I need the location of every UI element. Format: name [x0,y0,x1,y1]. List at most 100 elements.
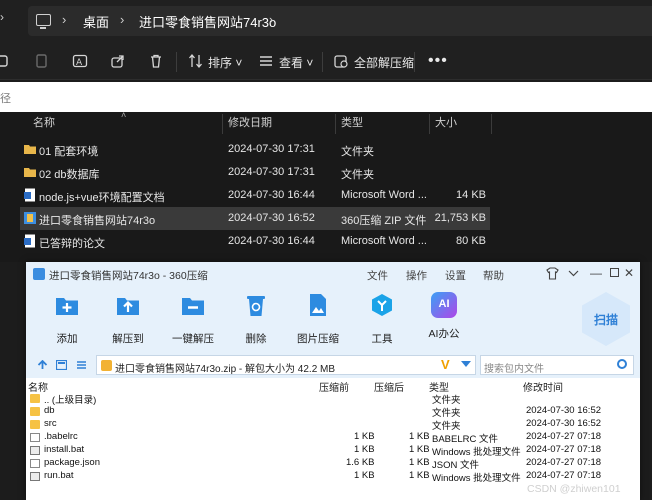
batch-file-icon [30,472,40,481]
search-icon[interactable] [617,359,627,369]
entry-size-after: 1 KB [409,444,430,455]
list-item[interactable]: 已答辩的论文 2024-07-30 16:44 Microsoft Word .… [20,230,490,253]
file-icon [30,459,40,468]
list-item-selected[interactable]: 进口零食销售网站74r3o 2024-07-30 16:52 360压缩 ZIP… [20,207,490,230]
rename-icon[interactable]: A [72,53,88,69]
tools-button[interactable]: 工具 [352,292,412,346]
delete-label: 删除 [245,333,267,345]
detail-view-icon[interactable] [56,360,67,370]
file-date: 2024-07-30 16:44 [228,189,315,201]
add-label: 添加 [56,333,78,345]
archive-title-bar[interactable]: 进口零食销售网站74r3o - 360压缩 文件 操作 设置 帮助 — ✕ [26,262,640,286]
extract-to-button[interactable]: 解压到 [98,292,158,346]
column-date[interactable]: 修改日期 [228,114,272,136]
file-date: 2024-07-30 17:31 [228,166,315,178]
sort-indicator-icon: ˄ [121,110,127,120]
this-pc-icon[interactable] [36,14,51,29]
archive-path-text: 进口零食销售网站74r3o.zip - 解包大小为 42.2 MB [115,364,336,375]
list-item[interactable]: 01 配套环境 2024-07-30 17:31 文件夹 [20,138,490,161]
entry-type: BABELRC 文件 [432,434,498,445]
table-row[interactable]: package.json 1.6 KB 1 KB JSON 文件 2024-07… [26,457,640,471]
file-date: 2024-07-30 16:52 [228,212,315,224]
menu-icon[interactable] [567,267,580,280]
breadcrumb-desktop[interactable]: 桌面 [83,12,109,31]
column-size[interactable]: 大小 [435,114,457,136]
list-view-icon[interactable] [76,360,87,370]
app-logo-icon [33,268,45,280]
table-row[interactable]: db 文件夹 2024-07-30 16:52 [26,405,640,419]
column-name[interactable]: 名称 [33,114,55,136]
table-row[interactable]: run.bat 1 KB 1 KB Windows 批处理文件 2024-07-… [26,470,640,484]
minimize-icon[interactable]: — [590,266,602,280]
column-divider[interactable] [491,114,492,134]
list-item[interactable]: 02 db数据库 2024-07-30 17:31 文件夹 [20,161,490,184]
up-arrow-icon[interactable] [37,360,48,370]
search-strip[interactable]: 径 [0,82,652,112]
column-divider[interactable] [335,114,336,134]
sort-icon[interactable] [188,53,204,69]
skin-icon[interactable] [546,267,559,280]
extract-all-icon[interactable] [333,53,349,69]
column-divider[interactable] [429,114,430,134]
address-bar: › › 桌面 › 进口零食销售网站74r3o › [0,0,652,42]
image-compress-button[interactable]: 图片压缩 [288,292,348,346]
file-list: 名称 ˄ 修改日期 类型 大小 01 配套环境 2024-07-30 17:31… [0,110,652,262]
nav-chevron-icon[interactable]: › [0,10,4,24]
command-toolbar: A 排序 ˅ 查看 ˅ 全部解压缩 ••• [0,42,652,80]
ai-office-button[interactable]: AI AI办公 [414,292,474,341]
entry-type: Windows 批处理文件 [432,447,521,458]
image-compress-label: 图片压缩 [297,333,339,345]
menu-settings[interactable]: 设置 [445,268,466,283]
entry-name: install.bat [44,444,85,455]
entry-type: Windows 批处理文件 [432,473,521,484]
table-row[interactable]: src 文件夹 2024-07-30 16:52 [26,418,640,432]
extract-all-button[interactable]: 全部解压缩 [354,54,414,71]
screen: › › 桌面 › 进口零食销售网站74r3o › A 排序 ˅ 查看 ˅ 全部解… [0,0,652,500]
list-item[interactable]: node.js+vue环境配置文档 2024-07-30 16:44 Micro… [20,184,490,207]
archive-search-input[interactable]: 搜索包内文件 [480,355,634,375]
table-row[interactable]: install.bat 1 KB 1 KB Windows 批处理文件 2024… [26,444,640,458]
breadcrumb[interactable]: › 桌面 › 进口零食销售网站74r3o › [28,6,652,36]
chevron-right-icon[interactable]: › [62,12,66,27]
copy-icon[interactable] [34,53,50,69]
new-icon[interactable] [0,53,10,69]
folder-icon [30,407,40,416]
scan-button[interactable]: 扫描 [582,292,630,346]
file-type: Microsoft Word ... [341,235,427,247]
entry-type: 文件夹 [432,395,461,406]
column-type[interactable]: 类型 [341,114,363,136]
verified-v-icon[interactable]: V [441,357,450,372]
more-options-icon[interactable]: ••• [428,52,448,70]
sort-button[interactable]: 排序 ˅ [208,54,242,71]
scan-label: 扫描 [593,313,618,327]
view-icon[interactable] [258,53,274,69]
search-placeholder: 搜索包内文件 [484,364,544,375]
table-row[interactable]: .. (上级目录) 文件夹 [26,392,640,406]
maximize-icon[interactable] [610,268,619,277]
entry-type: 文件夹 [432,408,461,419]
view-button[interactable]: 查看 ˅ [279,54,313,71]
close-icon[interactable]: ✕ [624,266,634,280]
word-doc-icon [24,234,35,248]
breadcrumb-folder[interactable]: 进口零食销售网站74r3o [139,12,276,31]
dropdown-arrow-icon[interactable] [461,361,471,367]
share-icon[interactable] [110,53,126,69]
add-button[interactable]: 添加 [37,292,97,346]
menu-file[interactable]: 文件 [367,268,388,283]
menu-help[interactable]: 帮助 [483,268,504,283]
menu-action[interactable]: 操作 [406,268,427,283]
column-divider[interactable] [222,114,223,134]
chevron-right-icon[interactable]: › [269,12,273,27]
delete-icon [247,296,265,316]
archive-path-field[interactable]: 进口零食销售网站74r3o.zip - 解包大小为 42.2 MB V [96,355,476,375]
file-date: 2024-07-30 16:44 [228,235,315,247]
entry-date: 2024-07-30 16:52 [526,405,602,416]
file-type: 文件夹 [341,169,374,181]
toolbar-divider [176,52,177,72]
file-size: 80 KB [456,235,486,247]
table-row[interactable]: .babelrc 1 KB 1 KB BABELRC 文件 2024-07-27… [26,431,640,445]
chevron-right-icon[interactable]: › [120,12,124,27]
one-click-extract-button[interactable]: 一键解压 [163,292,223,346]
delete-button[interactable]: 删除 [226,292,286,346]
delete-icon[interactable] [148,53,164,69]
